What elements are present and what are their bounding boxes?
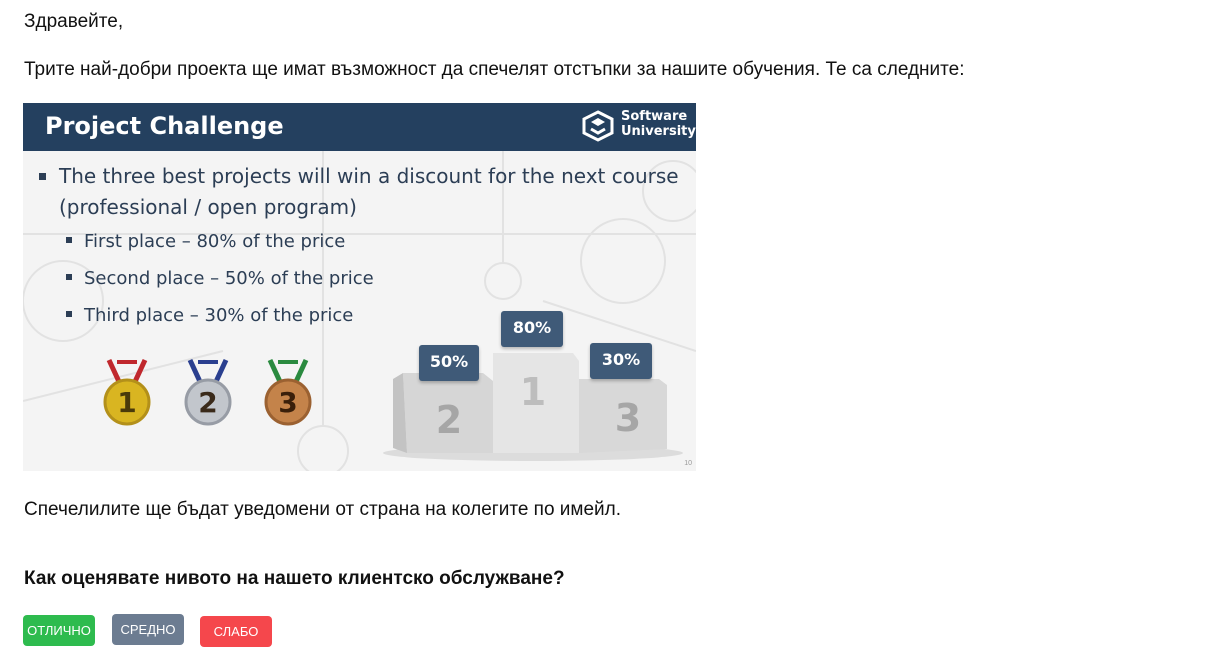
sub-bullet-third-place: Third place – 30% of the price [66, 305, 353, 326]
medal-number: 3 [278, 386, 297, 419]
rating-average-button[interactable]: СРЕДНО [112, 614, 184, 645]
greeting-text: Здравейте, [24, 11, 124, 32]
rating-question: Как оценявате нивото на нашето клиентско… [24, 568, 565, 589]
silver-medal-icon: 2 [184, 358, 232, 426]
gold-medal-icon: 1 [103, 358, 151, 426]
podium-number-1: 1 [520, 370, 546, 414]
rating-excellent-button[interactable]: ОТЛИЧНО [23, 615, 95, 646]
sub-bullet-text: Third place – 30% of the price [84, 305, 354, 326]
bullet-square-icon [66, 274, 72, 280]
podium-number-2: 2 [436, 398, 462, 442]
main-bullet: The three best projects will win a disco… [39, 161, 689, 223]
software-university-logo: Software University [581, 107, 696, 147]
podium-label-first: 80% [501, 311, 563, 347]
sub-bullet-first-place: First place – 80% of the price [66, 231, 345, 252]
sub-bullet-text: Second place – 50% of the price [84, 268, 374, 289]
rating-poor-button[interactable]: СЛАБО [200, 616, 272, 647]
bullet-square-icon [66, 237, 72, 243]
slide-title: Project Challenge [45, 112, 284, 140]
logo-text-line1: Software [621, 109, 688, 124]
project-challenge-slide-image: Project Challenge Software University Th… [23, 103, 696, 471]
bullet-square-icon [39, 173, 46, 180]
podium-label-second: 50% [419, 345, 479, 381]
logo-text-line2: University [621, 124, 696, 139]
bullet-square-icon [66, 311, 72, 317]
slide-header: Project Challenge Software University [23, 103, 696, 151]
intro-text: Трите най-добри проекта ще имат възможно… [24, 59, 965, 80]
podium-label-third: 30% [590, 343, 652, 379]
winners-note-text: Спечелилите ще бъдат уведомени от страна… [24, 499, 622, 520]
bronze-medal-icon: 3 [264, 358, 312, 426]
software-university-logo-icon [582, 110, 614, 142]
sub-bullet-text: First place – 80% of the price [84, 231, 346, 252]
medal-number: 2 [198, 386, 217, 419]
podium-number-3: 3 [615, 396, 641, 440]
sub-bullet-second-place: Second place – 50% of the price [66, 268, 374, 289]
main-bullet-text: The three best projects will win a disco… [59, 164, 679, 219]
slide-number: 10 [684, 460, 692, 467]
medal-number: 1 [117, 386, 136, 419]
